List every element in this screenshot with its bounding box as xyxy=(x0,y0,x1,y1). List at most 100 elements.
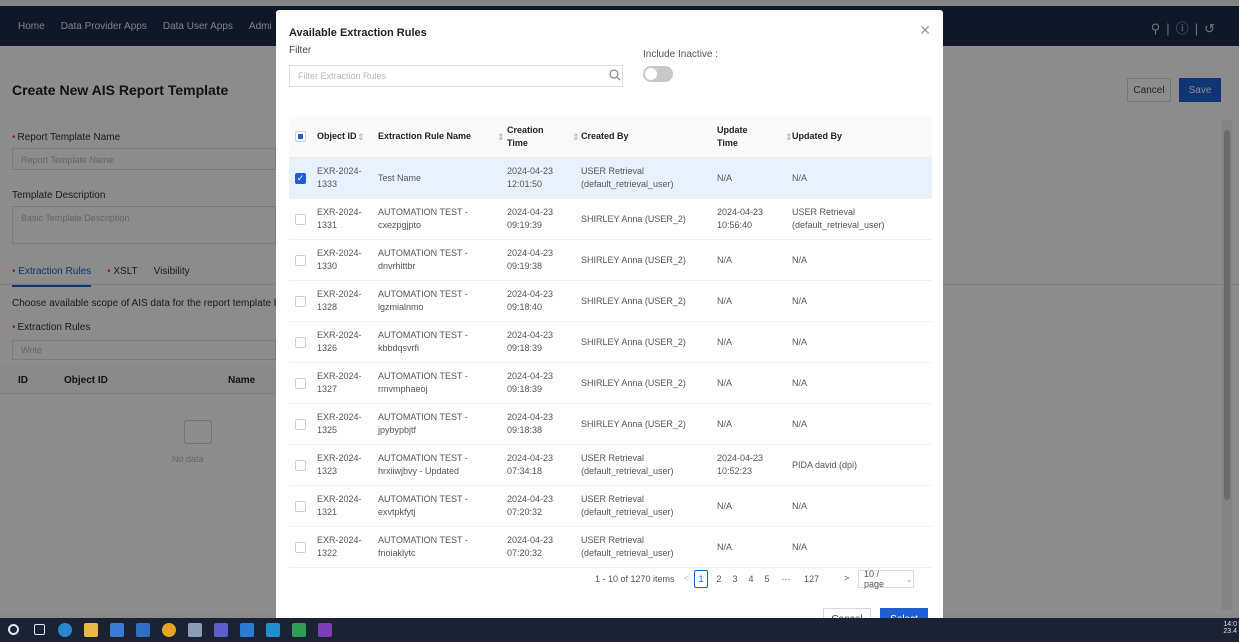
teams-icon[interactable] xyxy=(214,623,228,637)
page-size-select[interactable]: 10 / page ⌄ xyxy=(858,569,914,589)
rule-name-cell: AUTOMATION TEST - hrxiiwjbvy - Updated xyxy=(378,453,468,476)
header-object-id[interactable]: Object ID xyxy=(317,116,373,157)
include-inactive-toggle[interactable] xyxy=(643,66,673,82)
object-id-cell: EXR-2024- 1327 xyxy=(317,371,362,394)
table-row[interactable]: EXR-2024- 1327 AUTOMATION TEST - rmvmphaeoj… xyxy=(289,363,932,404)
os-taskbar: 14:0 23.4 xyxy=(0,618,1239,642)
page-ellipsis[interactable]: ··· xyxy=(779,570,793,588)
sort-icon[interactable]: ⇕ xyxy=(497,132,505,143)
creation-time-cell: 2024-04-23 07:20:32 xyxy=(507,494,554,517)
created-by-cell: SHIRLEY Anna (USER_2) xyxy=(581,418,686,429)
search-icon[interactable] xyxy=(608,68,622,82)
creation-time-cell: 2024-04-23 09:18:39 xyxy=(507,371,554,394)
table-row[interactable]: EXR-2024- 1330 AUTOMATION TEST - dnvrhittbr… xyxy=(289,240,932,281)
page-3[interactable]: 3 xyxy=(728,570,742,588)
page-last[interactable]: 127 xyxy=(804,570,819,588)
table-row[interactable]: EXR-2024- 1323 AUTOMATION TEST - hrxiiwjbvy… xyxy=(289,445,932,486)
filter-label: Filter xyxy=(289,45,312,56)
table-row[interactable]: EXR-2024- 1325 AUTOMATION TEST - jpybypbjtf… xyxy=(289,404,932,445)
created-by-cell: USER Retrieval (default_retrieval_user) xyxy=(581,166,674,189)
created-by-cell: SHIRLEY Anna (USER_2) xyxy=(581,213,686,224)
created-by-cell: USER Retrieval (default_retrieval_user) xyxy=(581,535,674,558)
updated-by-cell: N/A xyxy=(792,254,808,265)
row-checkbox-cell xyxy=(295,363,309,403)
row-checkbox[interactable] xyxy=(295,213,306,225)
edge-icon[interactable] xyxy=(58,623,72,637)
updated-by-cell: USER Retrieval (default_retrieval_user) xyxy=(792,207,885,230)
row-checkbox[interactable] xyxy=(295,295,306,307)
creation-time-cell: 2024-04-23 07:20:32 xyxy=(507,535,554,558)
next-page-icon[interactable]: > xyxy=(844,573,849,583)
row-checkbox[interactable] xyxy=(295,541,306,553)
row-checkbox-cell xyxy=(295,486,309,526)
row-checkbox[interactable] xyxy=(295,254,306,266)
page-2[interactable]: 2 xyxy=(712,570,726,588)
row-checkbox[interactable]: ✓ xyxy=(295,172,306,184)
filter-placeholder: Filter Extraction Rules xyxy=(298,71,387,81)
store-icon[interactable] xyxy=(110,623,124,637)
app-icon[interactable] xyxy=(240,623,254,637)
rule-name-cell: Test Name xyxy=(378,172,422,183)
row-checkbox-cell xyxy=(295,199,309,239)
row-checkbox[interactable] xyxy=(295,418,306,430)
created-by-cell: USER Retrieval (default_retrieval_user) xyxy=(581,494,674,517)
row-checkbox[interactable] xyxy=(295,500,306,512)
skype-icon[interactable] xyxy=(266,623,280,637)
object-id-cell: EXR-2024- 1328 xyxy=(317,289,362,312)
search-icon[interactable] xyxy=(8,624,19,635)
update-time-cell: N/A xyxy=(717,541,733,552)
app-icon[interactable] xyxy=(188,623,202,637)
row-checkbox[interactable] xyxy=(295,377,306,389)
table-row[interactable]: EXR-2024- 1331 AUTOMATION TEST - cxezpgjpto… xyxy=(289,199,932,240)
table-row[interactable]: EXR-2024- 1321 AUTOMATION TEST - exvtpkfytj… xyxy=(289,486,932,527)
header-created-by[interactable]: Created By xyxy=(581,116,701,157)
object-id-cell: EXR-2024- 1322 xyxy=(317,535,362,558)
table-row[interactable]: EXR-2024- 1322 AUTOMATION TEST - fnoiaklytc… xyxy=(289,527,932,568)
page-1[interactable]: 1 xyxy=(694,570,708,588)
modal-title: Available Extraction Rules xyxy=(289,27,427,39)
task-view-icon[interactable] xyxy=(34,624,45,635)
prev-page-icon[interactable]: < xyxy=(684,573,689,583)
object-id-cell: EXR-2024- 1323 xyxy=(317,453,362,476)
row-checkbox-cell: ✓ xyxy=(295,158,309,198)
sort-icon[interactable]: ⇕ xyxy=(357,132,365,143)
folder-icon[interactable] xyxy=(84,623,98,637)
toggle-knob xyxy=(645,68,657,80)
rule-name-cell: AUTOMATION TEST - dnvrhittbr xyxy=(378,248,468,271)
header-update-time[interactable]: Update Time xyxy=(717,116,757,157)
update-time-cell: N/A xyxy=(717,295,733,306)
update-time-cell: N/A xyxy=(717,418,733,429)
header-rule-name[interactable]: Extraction Rule Name xyxy=(378,116,500,157)
extraction-rules-modal: Available Extraction Rules ✕ Filter Filt… xyxy=(276,10,943,630)
clock: 14:0 23.4 xyxy=(1223,621,1237,635)
object-id-cell: EXR-2024- 1330 xyxy=(317,248,362,271)
page-4[interactable]: 4 xyxy=(744,570,758,588)
table-header: Object ID ⇕ Extraction Rule Name ⇕ Creat… xyxy=(289,116,932,158)
pagination: 1 - 10 of 1270 items < 1 2 3 4 5 ··· 127… xyxy=(276,569,943,590)
updated-by-cell: PIDA david (dpi) xyxy=(792,459,858,470)
row-checkbox-cell xyxy=(295,445,309,485)
filter-input[interactable]: Filter Extraction Rules xyxy=(289,65,623,87)
page-5[interactable]: 5 xyxy=(760,570,774,588)
row-checkbox[interactable] xyxy=(295,459,306,471)
row-checkbox-cell xyxy=(295,240,309,280)
close-icon[interactable]: ✕ xyxy=(919,22,931,39)
header-updated-by[interactable]: Updated By xyxy=(792,116,927,157)
table-row[interactable]: EXR-2024- 1328 AUTOMATION TEST - lgzmialnmo… xyxy=(289,281,932,322)
created-by-cell: SHIRLEY Anna (USER_2) xyxy=(581,336,686,347)
creation-time-cell: 2024-04-23 09:19:39 xyxy=(507,207,554,230)
creation-time-cell: 2024-04-23 09:18:39 xyxy=(507,330,554,353)
row-checkbox[interactable] xyxy=(295,336,306,348)
table-row[interactable]: EXR-2024- 1326 AUTOMATION TEST - kbbdqsvrfi… xyxy=(289,322,932,363)
select-all-checkbox[interactable] xyxy=(295,131,306,142)
row-checkbox-cell xyxy=(295,322,309,362)
mail-icon[interactable] xyxy=(136,623,150,637)
excel-icon[interactable] xyxy=(292,623,306,637)
onenote-icon[interactable] xyxy=(318,623,332,637)
chrome-icon[interactable] xyxy=(162,623,176,637)
object-id-cell: EXR-2024- 1321 xyxy=(317,494,362,517)
table-row[interactable]: ✓ EXR-2024- 1333 Test Name 2024-04-23 12:01:5… xyxy=(289,158,932,199)
sort-icon[interactable]: ⇕ xyxy=(572,132,580,143)
update-time-cell: 2024-04-23 10:52:23 xyxy=(717,453,764,476)
header-creation-time[interactable]: Creation Time xyxy=(507,116,547,157)
